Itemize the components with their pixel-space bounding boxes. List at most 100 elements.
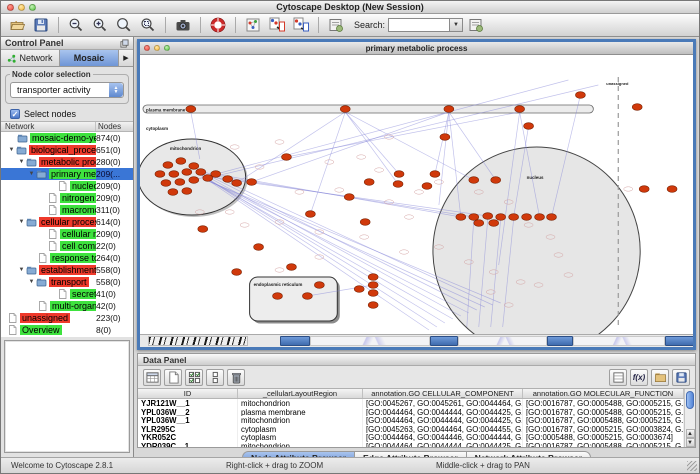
search-options-icon[interactable] [466,16,486,35]
tree-row[interactable]: ▼transport558(0) [1,276,133,288]
tree-row[interactable]: ▼cellular process614(0) [1,216,133,228]
network-node[interactable] [302,293,312,300]
table-row[interactable]: YKR052Ccytoplasm[GO:0044464, GO:0044446,… [138,433,684,442]
network-node[interactable] [354,286,364,293]
network-node[interactable] [509,214,519,221]
network-node[interactable] [232,180,242,187]
select-nodes-checkbox[interactable]: ✓ [10,109,20,119]
tab-mosaic[interactable]: Mosaic [60,50,119,66]
network-node[interactable] [364,179,374,186]
network-node[interactable] [223,176,233,183]
node-color-dropdown[interactable]: transporter activity ▲▼ [10,82,124,98]
background-window-titlebar[interactable] [547,336,573,346]
network-node[interactable] [469,177,479,184]
cell-region[interactable]: mitochondrion [238,399,363,408]
network-node[interactable] [469,214,479,221]
disclosure-triangle-icon[interactable]: ▼ [17,159,26,165]
network-node[interactable] [483,213,493,220]
background-window-fragment[interactable] [458,336,547,346]
plasma-membrane-region[interactable] [143,105,593,113]
cell-id[interactable]: YDR039C__1 [138,442,238,447]
cell-cellular[interactable]: [GO:0044464, GO:0044444, GO:0044425, G..… [363,442,523,447]
import-table-icon[interactable] [651,369,669,386]
background-window-titlebar[interactable] [280,336,310,346]
network-node[interactable] [575,92,585,99]
network-node[interactable] [281,154,291,161]
disclosure-triangle-icon[interactable]: ▼ [27,171,36,177]
network-node[interactable] [198,226,208,233]
network-node[interactable] [444,106,454,113]
network-node[interactable] [368,290,378,297]
disclosure-triangle-icon[interactable]: ▼ [27,279,36,285]
cell-molecular[interactable]: [GO:0016787, GO:0005488, GO:0005215, G..… [523,442,684,447]
network-node[interactable] [247,179,257,186]
float-panel-icon[interactable] [120,39,129,48]
cell-region[interactable]: mitochondrion [238,416,363,425]
network-node[interactable] [496,214,506,221]
vizmapper-icon[interactable] [267,16,287,35]
table-row[interactable]: YPL036W__2plasma membrane[GO:0044464, GO… [138,408,684,417]
zoom-in-icon[interactable] [90,16,110,35]
cell-cellular[interactable]: [GO:0044464, GO:0044446, GO:0044444, G..… [363,433,523,442]
network-node[interactable] [254,244,264,251]
network-node[interactable] [535,214,545,221]
tree-row[interactable]: nitrogen compo209(0) [1,192,133,204]
network-node[interactable] [360,219,370,226]
network-graph[interactable]: plasma membranecytoplasmmitochondrionnuc… [140,55,693,334]
network-node[interactable] [430,171,440,178]
network-node[interactable] [186,106,196,113]
network-node[interactable] [168,189,178,196]
network-node[interactable] [155,171,165,178]
network-node[interactable] [394,171,404,178]
cell-region[interactable]: plasma membrane [238,408,363,417]
tree-row[interactable]: ▼biological_process651(0) [1,144,133,156]
network-node[interactable] [286,264,296,271]
table-row[interactable]: YLR295Ccytoplasm[GO:0045263, GO:0044464,… [138,425,684,434]
cell-molecular[interactable]: [GO:0016787, GO:0005488, GO:0005215, G..… [523,416,684,425]
tree-row[interactable]: secretion41(0) [1,288,133,300]
window-resize-grip-icon[interactable] [687,461,697,471]
network-node[interactable] [182,188,192,195]
zoom-fit-icon[interactable] [114,16,134,35]
network-node[interactable] [175,179,185,186]
cell-id[interactable]: YJR121W__1 [138,399,238,408]
scroll-up-icon[interactable]: ▲ [686,429,695,438]
cell-region[interactable]: cytoplasm [238,433,363,442]
network-node[interactable] [440,134,450,141]
cell-molecular[interactable]: [GO:0016787, GO:0005488, GO:0005215, G..… [523,408,684,417]
tree-row[interactable]: ▼primary metabo209(... [1,168,133,180]
network-node[interactable] [182,169,192,176]
unselect-attributes-icon[interactable] [206,369,224,386]
snapshot-icon[interactable] [173,16,193,35]
network-window-titlebar[interactable]: primary metabolic process [140,42,693,55]
table-scrollbar[interactable]: ▲ ▼ [684,389,695,447]
background-window-fragment[interactable] [310,336,430,346]
network-node[interactable] [189,177,199,184]
zoom-selected-icon[interactable] [138,16,158,35]
cell-cellular[interactable]: [GO:0045263, GO:0044464, GO:0044455, G..… [363,425,523,434]
tree-row[interactable]: multi-organism pro42(0) [1,300,133,312]
open-icon[interactable] [7,16,27,35]
network-node[interactable] [667,186,677,193]
cell-id[interactable]: YKR052C [138,433,238,442]
column-header[interactable]: _cellularLayoutRegion [238,389,363,398]
network-node[interactable] [340,106,350,113]
network-node[interactable] [491,177,501,184]
network-node[interactable] [169,171,179,178]
tree-row[interactable]: nucleobase-209(0) [1,180,133,192]
scroll-down-icon[interactable]: ▼ [686,438,695,447]
disclosure-triangle-icon[interactable]: ▼ [7,147,16,153]
select-attributes-icon[interactable] [185,369,203,386]
cell-molecular[interactable]: [GO:0005488, GO:0005215, GO:0003674] [523,433,684,442]
scrollbar-thumb[interactable] [686,391,694,409]
vizmapper-alt-icon[interactable] [291,16,311,35]
network-node[interactable] [489,220,499,227]
network-node[interactable] [232,269,242,276]
network-node[interactable] [515,106,525,113]
tree-row[interactable]: unassigned223(0) [1,312,133,324]
network-node[interactable] [522,214,532,221]
export-table-icon[interactable] [672,369,690,386]
annotation-icon[interactable] [326,16,346,35]
tree-row[interactable]: ▼establishment of lo558(0) [1,264,133,276]
network-node[interactable] [211,171,221,178]
